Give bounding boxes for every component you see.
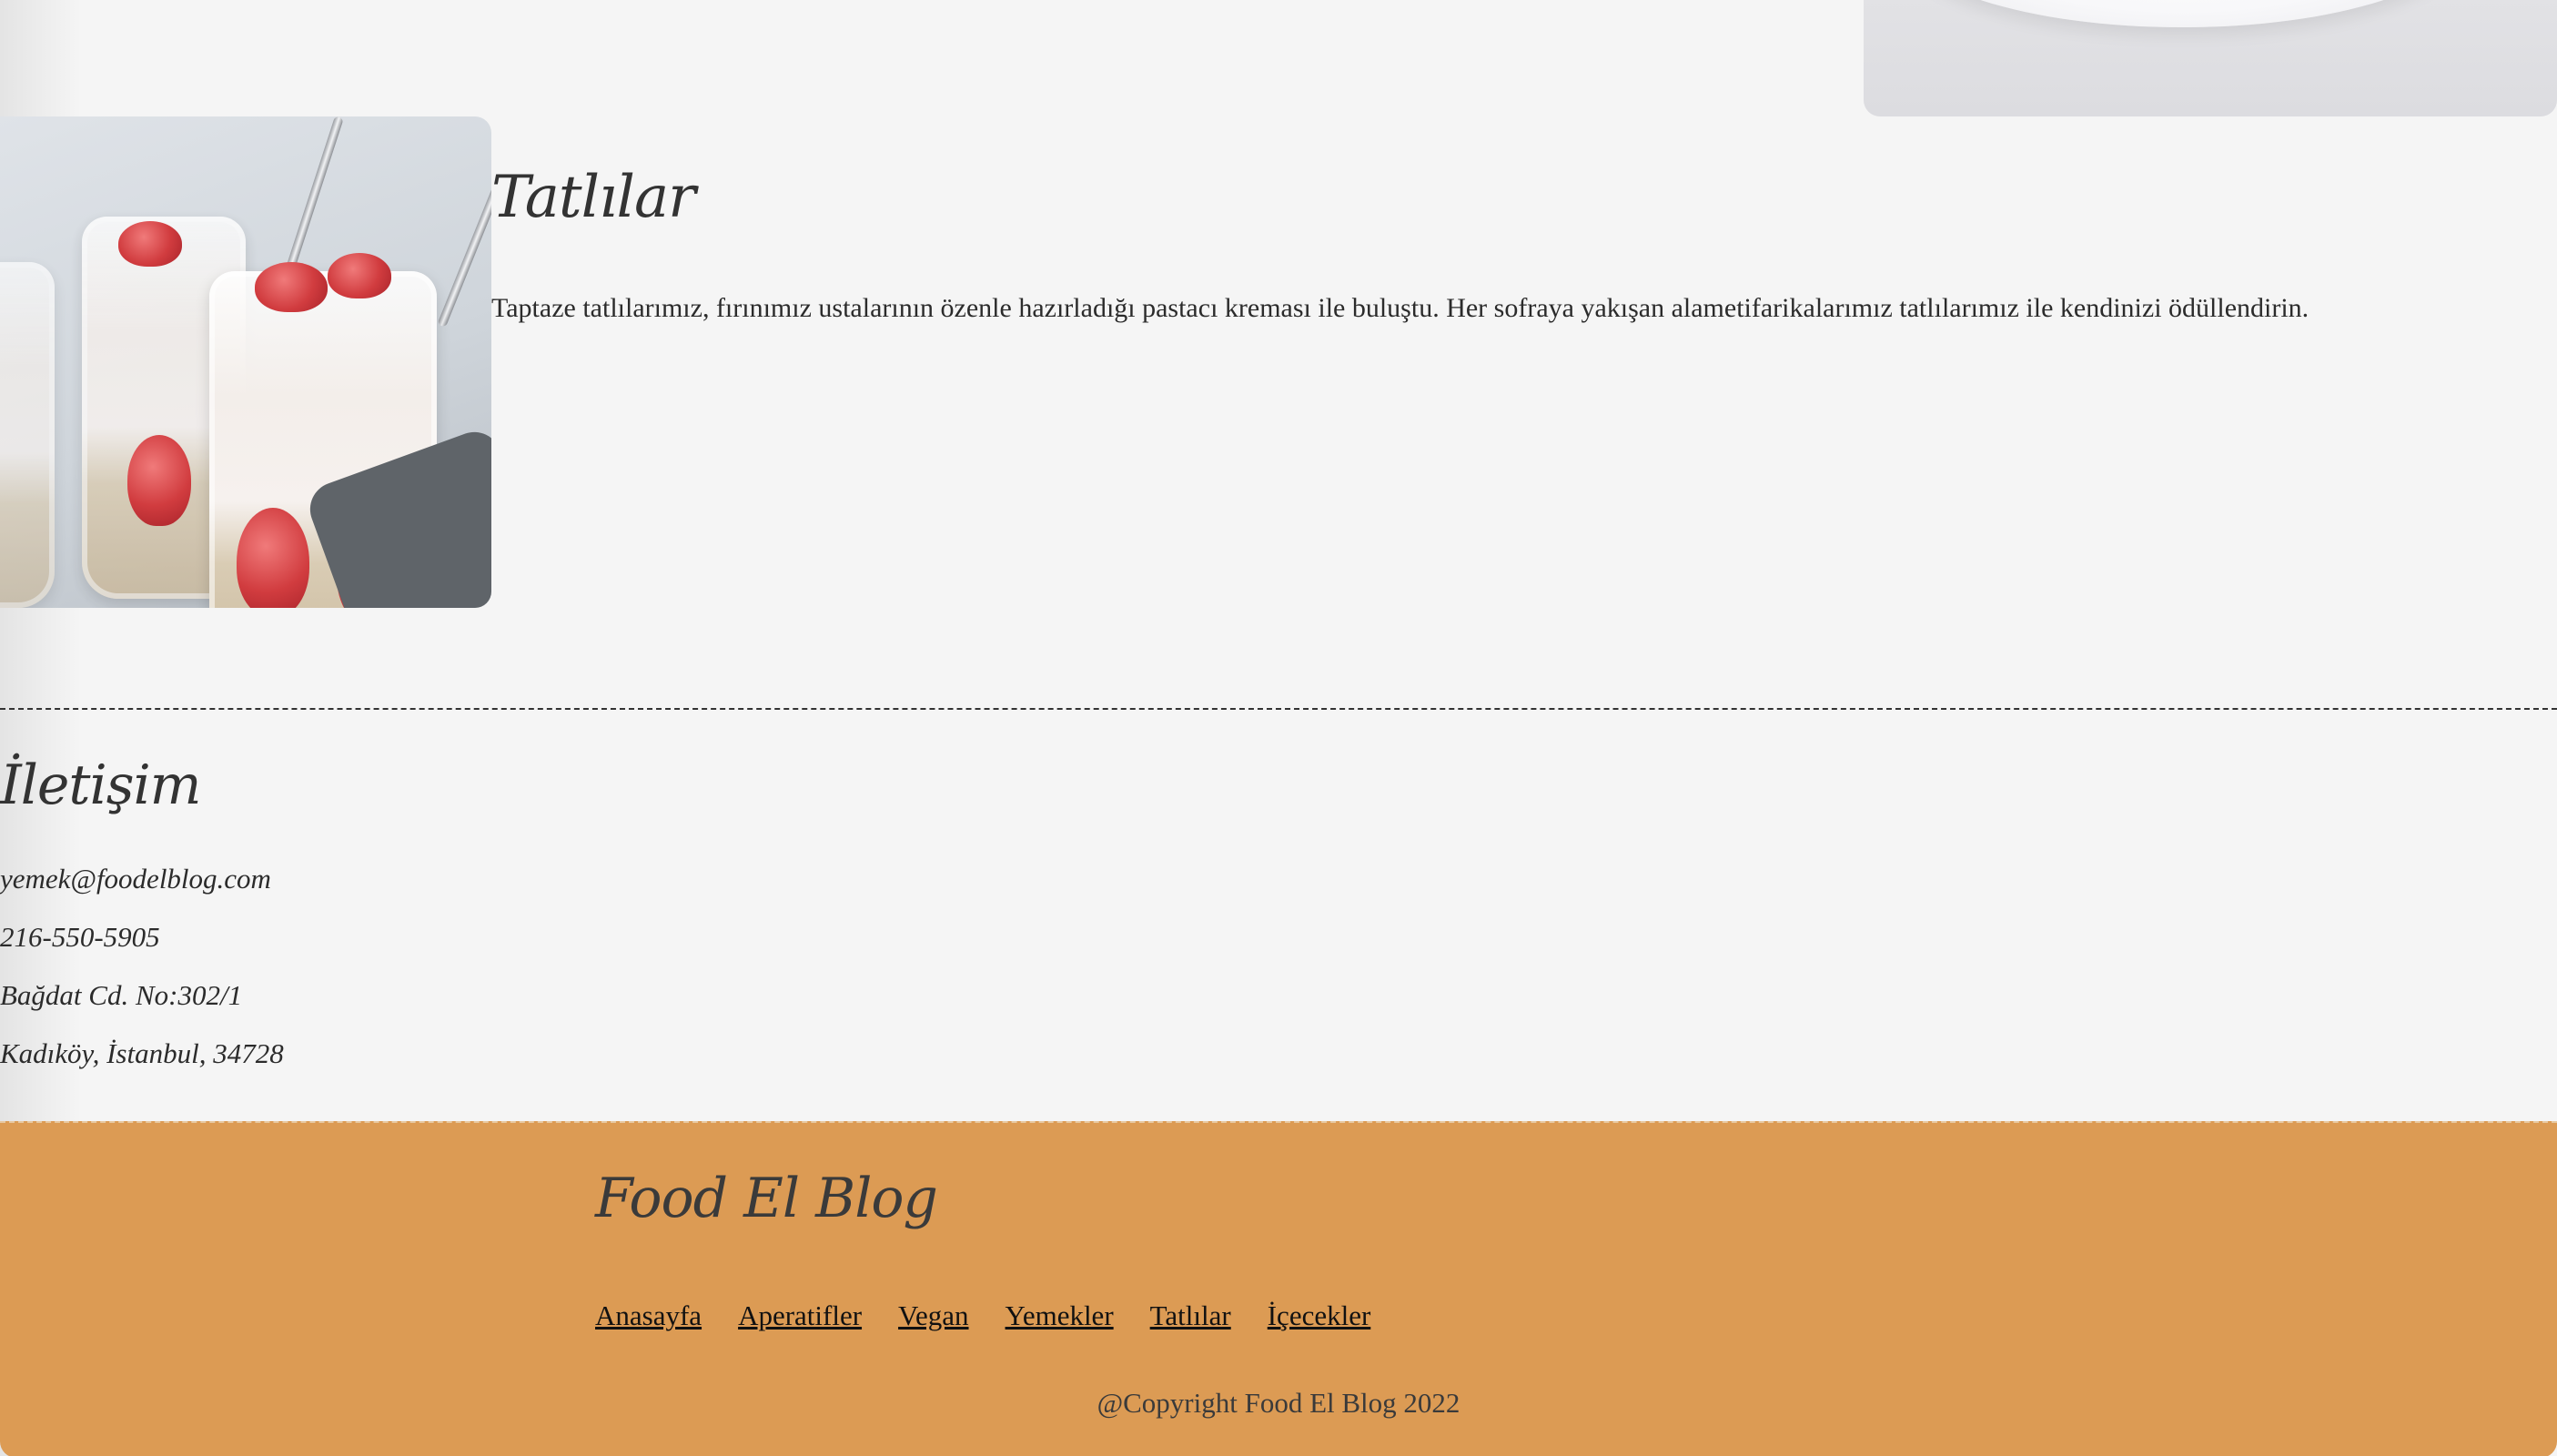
contact-address-line1: Bağdat Cd. No:302/1 [0,979,243,1011]
footer-link-tatlilar[interactable]: Tatlılar [1150,1299,1231,1332]
strawberry [127,435,191,526]
contact-phone: 216-550-5905 [0,921,160,953]
footer-title: Food El Blog [595,1167,938,1230]
dessert-description: Taptaze tatlılarımız, fırınımız ustaları… [491,293,2309,323]
jar-far-left [0,262,55,608]
strawberry [255,262,328,312]
footer-link-yemekler[interactable]: Yemekler [1006,1299,1114,1332]
strawberry [118,221,182,267]
dessert-image [0,116,491,608]
footer-nav: Anasayfa Aperatifler Vegan Yemekler Tatl… [595,1299,1370,1332]
strawberry [237,508,309,608]
footer-link-aperatifler[interactable]: Aperatifler [738,1299,862,1332]
footer: Food El Blog Anasayfa Aperatifler Vegan … [0,1121,2557,1456]
contact-email: yemek@foodelblog.com [0,863,271,895]
footer-link-anasayfa[interactable]: Anasayfa [595,1299,702,1332]
contact-address-line2: Kadıköy, İstanbul, 34728 [0,1037,284,1069]
footer-copyright: @Copyright Food El Blog 2022 [1097,1387,1460,1419]
footer-link-vegan[interactable]: Vegan [898,1299,968,1332]
section-divider [0,708,2557,710]
contact-title: İletişim [0,753,202,817]
plate-shape [1900,0,2464,27]
footer-link-icecekler[interactable]: İçecekler [1268,1299,1371,1332]
spoon-right [437,138,491,328]
plate-image [1864,0,2557,116]
page: Tatlılar Taptaze tatlılarımız, fırınımız… [0,0,2557,1456]
dessert-title: Tatlılar [491,164,696,231]
strawberry [328,253,391,298]
